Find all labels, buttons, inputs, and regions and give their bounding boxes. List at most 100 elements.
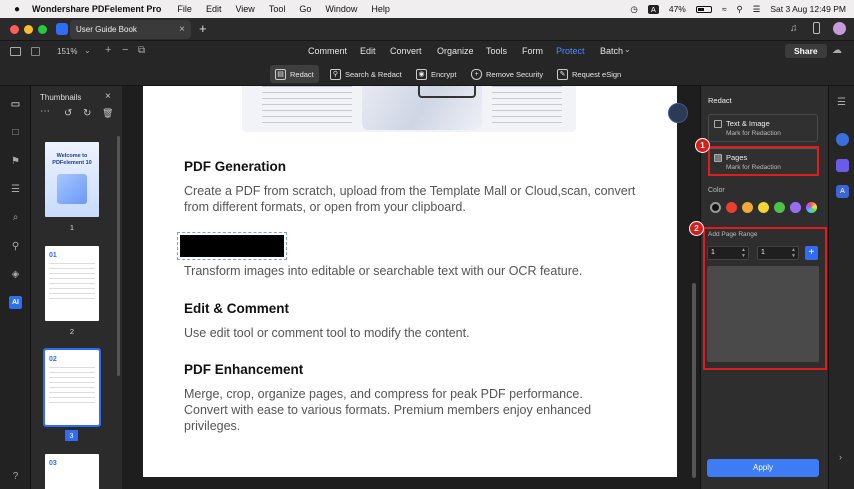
ai-check-icon[interactable] bbox=[836, 159, 849, 172]
encrypt-tool[interactable]: ◉ Encrypt bbox=[411, 65, 461, 83]
thumbnail-scrollbar[interactable] bbox=[117, 136, 120, 376]
redact-tool[interactable]: ▤ Redact bbox=[270, 65, 319, 83]
ai-chat-icon[interactable] bbox=[836, 133, 849, 146]
attachment-icon[interactable]: ⌕ bbox=[9, 211, 22, 224]
battery-percent[interactable]: 47% bbox=[669, 4, 686, 14]
zoom-in-icon[interactable]: + bbox=[105, 44, 111, 56]
zoom-dropdown-icon[interactable]: ⌄ bbox=[84, 46, 91, 55]
input-mode-indicator[interactable]: A bbox=[647, 4, 659, 14]
color-swatch-violet[interactable] bbox=[790, 202, 801, 213]
menu-window[interactable]: Window bbox=[325, 4, 357, 14]
pdf-page[interactable]: PDF Generation Create a PDF from scratch… bbox=[143, 86, 677, 477]
ai-assistant-icon[interactable]: AI bbox=[9, 296, 22, 309]
apply-button[interactable]: Apply bbox=[707, 459, 819, 477]
rotate-right-icon[interactable]: ↻ bbox=[83, 108, 91, 119]
search-redact-icon: ⚲ bbox=[330, 68, 341, 80]
thumbnail-page-1[interactable]: Welcome to PDFelement 10 bbox=[45, 142, 99, 217]
tab-tools[interactable]: Tools bbox=[486, 46, 507, 56]
redaction-mark[interactable] bbox=[177, 232, 287, 260]
thumbnail-page-3[interactable]: 02 bbox=[43, 348, 101, 427]
section-body-edit-comment[interactable]: Use edit tool or comment tool to modify … bbox=[184, 325, 654, 341]
floating-tool-icon[interactable] bbox=[668, 103, 688, 123]
redact-panel-title: Redact bbox=[708, 96, 732, 105]
select-tool-icon[interactable]: ⧉ bbox=[138, 45, 145, 56]
color-swatch-orange[interactable] bbox=[742, 202, 753, 213]
thumbnail-2-lines bbox=[49, 263, 95, 303]
search-redact-label: Search & Redact bbox=[345, 69, 402, 79]
share-button[interactable]: Share bbox=[785, 44, 827, 58]
tab-edit[interactable]: Edit bbox=[360, 46, 376, 56]
comments-icon[interactable]: □ bbox=[9, 126, 22, 139]
delete-page-icon[interactable]: 🗑 bbox=[102, 108, 113, 119]
encrypt-label: Encrypt bbox=[431, 69, 457, 79]
notification-bell-icon[interactable]: ♫ bbox=[790, 23, 798, 34]
expand-panel-icon[interactable]: › bbox=[839, 452, 842, 462]
section-body-pdf-enhancement[interactable]: Merge, crop, organize pages, and compres… bbox=[184, 386, 624, 434]
color-picker-custom[interactable] bbox=[806, 202, 817, 213]
section-body-ocr[interactable]: Transform images into editable or search… bbox=[184, 263, 654, 279]
close-tab-icon[interactable]: × bbox=[179, 24, 185, 35]
section-heading-edit-comment[interactable]: Edit & Comment bbox=[184, 301, 289, 316]
section-heading-pdf-enhancement[interactable]: PDF Enhancement bbox=[184, 362, 303, 377]
section-heading-pdf-generation[interactable]: PDF Generation bbox=[184, 159, 286, 174]
layers-list-icon[interactable]: ☰ bbox=[9, 183, 22, 196]
close-window-button[interactable] bbox=[10, 25, 19, 34]
tab-batch[interactable]: Batch bbox=[600, 46, 623, 56]
color-swatch-red[interactable] bbox=[726, 202, 737, 213]
translate-icon[interactable]: A bbox=[836, 185, 849, 198]
search-redact-tool[interactable]: ⚲ Search & Redact bbox=[325, 65, 407, 83]
remove-security-tool[interactable]: + Remove Security bbox=[466, 65, 548, 83]
color-swatch-black[interactable] bbox=[710, 202, 721, 213]
thumbnail-page-4[interactable]: 03 bbox=[45, 454, 99, 489]
thumbnails-icon[interactable]: ▭ bbox=[9, 98, 22, 111]
search-icon[interactable]: ⚲ bbox=[737, 4, 743, 15]
mobile-device-icon[interactable] bbox=[813, 22, 820, 34]
minimize-window-button[interactable] bbox=[24, 25, 33, 34]
app-name-menu[interactable]: Wondershare PDFelement Pro bbox=[32, 4, 161, 14]
document-tab-title: User Guide Book bbox=[76, 25, 137, 34]
request-esign-tool[interactable]: ✎ Request eSign bbox=[552, 65, 626, 83]
sidebar-toggle-icon[interactable] bbox=[10, 47, 21, 56]
tab-comment[interactable]: Comment bbox=[308, 46, 347, 56]
color-swatch-green[interactable] bbox=[774, 202, 785, 213]
user-avatar[interactable] bbox=[833, 22, 846, 35]
wifi-icon[interactable]: ≈ bbox=[722, 4, 727, 14]
zoom-window-button[interactable] bbox=[38, 25, 47, 34]
bookmark-icon[interactable]: ⚑ bbox=[9, 155, 22, 168]
tab-protect[interactable]: Protect bbox=[556, 46, 585, 56]
stack-icon[interactable]: ◈ bbox=[9, 268, 22, 281]
new-tab-button[interactable]: + bbox=[199, 21, 207, 36]
tab-organize[interactable]: Organize bbox=[437, 46, 474, 56]
menu-edit[interactable]: Edit bbox=[206, 4, 222, 14]
tab-form[interactable]: Form bbox=[522, 46, 543, 56]
page-scrollbar[interactable] bbox=[692, 283, 696, 478]
menu-view[interactable]: View bbox=[235, 4, 254, 14]
more-options-icon[interactable]: ⋯ bbox=[40, 106, 50, 117]
banner-text-lines bbox=[262, 86, 352, 126]
section-body-pdf-generation[interactable]: Create a PDF from scratch, upload from t… bbox=[184, 183, 654, 215]
properties-icon[interactable]: ☰ bbox=[837, 97, 846, 108]
app-logo-icon bbox=[56, 23, 68, 35]
help-icon[interactable]: ? bbox=[9, 470, 22, 483]
text-image-redaction-option[interactable]: Text & Image Mark for Redaction bbox=[708, 114, 818, 142]
color-swatch-yellow[interactable] bbox=[758, 202, 769, 213]
zoom-out-icon[interactable]: − bbox=[122, 44, 128, 56]
rotate-left-icon[interactable]: ↺ bbox=[64, 108, 72, 119]
menu-help[interactable]: Help bbox=[371, 4, 390, 14]
control-center-icon[interactable]: ☰ bbox=[753, 4, 761, 15]
clock[interactable]: Sat 3 Aug 12:49 PM bbox=[770, 4, 846, 14]
redact-label: Redact bbox=[290, 69, 314, 79]
menu-file[interactable]: File bbox=[177, 4, 192, 14]
apple-icon[interactable]: ● bbox=[14, 4, 20, 15]
page-layout-icon[interactable] bbox=[31, 47, 40, 56]
tab-convert[interactable]: Convert bbox=[390, 46, 422, 56]
thumbnail-page-2[interactable]: 01 bbox=[45, 246, 99, 321]
search-panel-icon[interactable]: ⚲ bbox=[9, 240, 22, 253]
close-panel-icon[interactable]: × bbox=[105, 91, 111, 102]
cloud-upload-icon[interactable]: ☁ bbox=[832, 45, 842, 56]
zoom-level[interactable]: 151% bbox=[57, 47, 77, 56]
menu-tool[interactable]: Tool bbox=[269, 4, 286, 14]
menu-go[interactable]: Go bbox=[299, 4, 311, 14]
document-tab[interactable]: User Guide Book × bbox=[70, 20, 191, 39]
time-machine-icon[interactable]: ◷ bbox=[630, 4, 637, 15]
